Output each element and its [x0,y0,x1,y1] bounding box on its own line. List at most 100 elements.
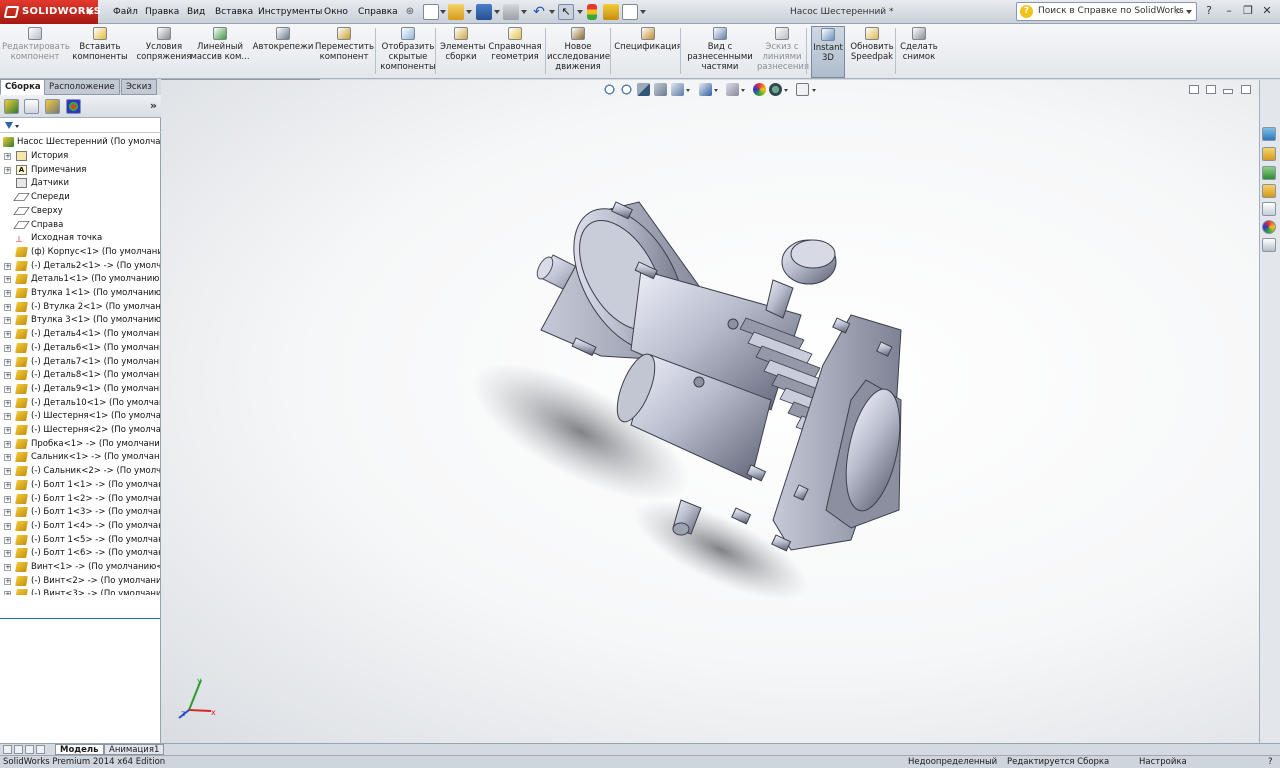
tree-item[interactable]: + Втулка 1<1> (По умолчанию< [0,286,160,300]
undo-icon[interactable]: ↶ [531,4,547,20]
tree-item[interactable]: Справа [0,218,160,232]
minimize-icon[interactable]: – [1221,2,1237,20]
expand-icon[interactable]: + [4,166,11,174]
solidworks-resources-icon[interactable] [1262,127,1276,141]
ribbon-button-1[interactable]: Вставить компоненты [70,26,130,78]
tree-item[interactable]: + Сальник<1> -> (По умолчани [0,450,160,464]
file-properties-icon[interactable] [603,4,619,20]
tree-item[interactable]: + (-) Сальник<2> -> (По умолча [0,464,160,478]
feature-manager-tab-icon[interactable] [4,99,19,114]
tree-item[interactable]: + (-) Болт 1<4> -> (По умолчан [0,519,160,533]
tree-item[interactable]: + (-) Деталь10<1> (По умолчан [0,396,160,410]
view-palette-icon[interactable] [1262,202,1276,216]
display-manager-tab-icon[interactable] [66,99,81,114]
tree-rollback-bar[interactable] [0,618,160,619]
expand-icon[interactable]: + [4,536,11,544]
chevron-right-icon[interactable]: » [150,99,157,112]
appearances-scenes-icon[interactable] [1262,220,1276,234]
gear-pump-model[interactable]: y x z [161,80,1259,743]
tree-item[interactable]: + (-) Болт 1<3> -> (По умолчан [0,505,160,519]
tab-0[interactable]: Сборка [0,79,46,95]
menu-item-2[interactable]: Вид [187,0,205,24]
tree-item[interactable]: Датчики [0,176,160,190]
menu-item-4[interactable]: Инструменты [258,0,322,24]
tree-item[interactable]: (ф) Корпус<1> (По умолчани [0,245,160,259]
home-icon[interactable] [1262,147,1276,161]
tree-item[interactable]: + (-) Шестерня<1> (По умолчан [0,409,160,423]
filter-icon[interactable] [5,122,13,129]
expand-icon[interactable]: + [4,591,11,595]
tree-item[interactable]: + Винт<1> -> (По умолчанию<- [0,560,160,574]
ribbon-button-10[interactable]: Спецификация [614,26,682,78]
expand-icon[interactable]: + [4,290,11,297]
expand-icon[interactable]: + [4,495,11,503]
ribbon-button-11[interactable]: Вид с разнесенными частями [684,26,756,78]
select-cursor-icon[interactable]: ↖ [558,4,574,20]
file-explorer-icon[interactable] [1262,184,1276,198]
tree-item[interactable]: + (-) Винт<2> -> (По умолчани [0,574,160,588]
expand-icon[interactable]: + [4,385,11,393]
expand-icon[interactable]: + [4,276,11,284]
expand-icon[interactable]: + [4,317,11,325]
expand-icon[interactable]: + [4,522,11,530]
help-search-box[interactable]: ? Поиск в Справке по SolidWorks ⌕ [1016,2,1197,21]
ribbon-button-14[interactable]: Обновить Speedpak [849,26,895,78]
ribbon-button-2[interactable]: Условия сопряжения [136,26,192,78]
prev-tab-icon[interactable] [14,745,23,754]
open-folder-icon[interactable] [448,4,464,20]
menu-item-5[interactable]: Окно [324,0,348,24]
new-document-icon[interactable] [423,4,439,20]
pin-icon[interactable]: ⊛ [403,5,417,19]
tab-animation[interactable]: Анимация1 [104,744,165,755]
chevron-down-icon[interactable] [466,10,472,14]
expand-icon[interactable]: + [4,262,11,270]
ribbon-button-7[interactable]: Элементы сборки [440,26,485,78]
chevron-down-icon[interactable] [640,10,646,14]
expand-icon[interactable]: + [4,153,11,160]
ribbon-button-5[interactable]: Переместить компонент [315,26,374,78]
expand-icon[interactable]: + [4,564,11,571]
expand-icon[interactable]: + [4,550,11,558]
chevron-down-icon[interactable] [549,10,555,14]
first-tab-icon[interactable] [3,745,12,754]
expand-icon[interactable]: + [4,468,11,476]
menu-item-6[interactable]: Справка [358,0,398,24]
expand-icon[interactable]: + [4,303,11,311]
property-manager-tab-icon[interactable] [24,99,39,114]
chevron-down-icon[interactable] [577,10,583,14]
custom-properties-icon[interactable] [1262,238,1276,252]
tree-root-assembly[interactable]: Насос Шестеренний (По умолчанию [0,135,160,149]
ribbon-button-4[interactable]: Автокрепежи [252,26,314,78]
tree-item[interactable]: Спереди [0,190,160,204]
ribbon-button-13[interactable]: Instant 3D [811,26,845,78]
tree-item[interactable]: + (-) Втулка 2<1> (По умолчан [0,300,160,314]
save-icon[interactable] [476,4,492,20]
expand-icon[interactable]: + [4,481,11,489]
ribbon-button-15[interactable]: Сделать снимок [898,26,940,78]
ribbon-button-9[interactable]: Новое исследование движения [547,26,610,78]
tree-filter[interactable] [0,119,161,133]
chevron-down-icon[interactable] [1186,10,1192,14]
tree-item[interactable]: + (-) Деталь6<1> (По умолчани [0,341,160,355]
menu-item-1[interactable]: Правка [145,0,179,24]
tab-2[interactable]: Эскиз [121,79,157,95]
status-help-icon[interactable]: ? [1268,756,1273,768]
ribbon-button-12[interactable]: Эскиз с линиями разнесения [757,26,809,78]
chevron-down-icon[interactable] [494,10,500,14]
tree-item[interactable]: + (-) Болт 1<6> -> (По умолчан [0,546,160,560]
status-settings[interactable]: Настройка [1139,756,1187,768]
design-library-icon[interactable] [1262,166,1276,180]
tree-item[interactable]: + (-) Болт 1<2> -> (По умолчан [0,492,160,506]
tab-1[interactable]: Расположение [44,79,120,95]
tree-item[interactable]: + (-) Шестерня<2> (По умолчан [0,423,160,437]
expand-icon[interactable]: + [4,344,11,352]
help-menu-icon[interactable]: ? [1201,2,1217,20]
tree-item[interactable]: + (-) Деталь9<1> (По умолчани [0,382,160,396]
expand-icon[interactable]: + [4,372,11,380]
help-search-input[interactable]: Поиск в Справке по SolidWorks [1038,3,1184,20]
next-tab-icon[interactable] [25,745,34,754]
search-icon[interactable]: ⌕ [1176,4,1182,18]
tree-item[interactable]: Сверху [0,204,160,218]
tree-item[interactable]: + A Примечания [0,163,160,177]
expand-icon[interactable]: + [4,358,11,366]
